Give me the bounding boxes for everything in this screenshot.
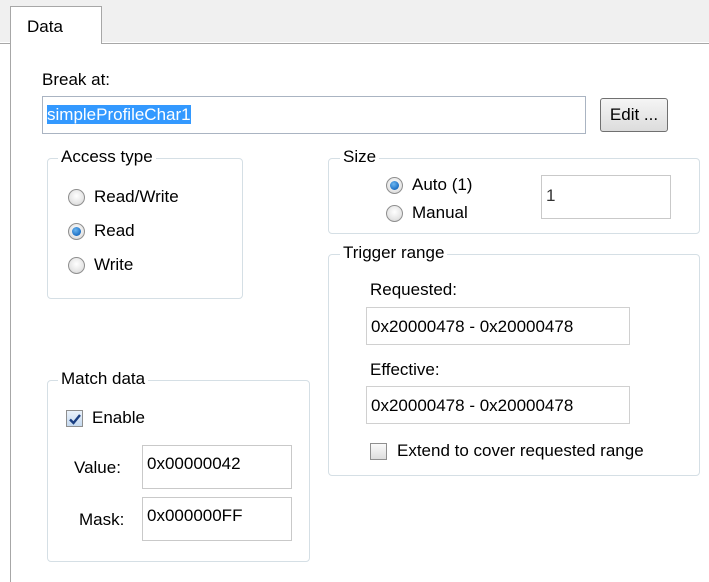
access-write-radio[interactable] bbox=[68, 257, 85, 274]
match-value-input[interactable]: 0x00000042 bbox=[142, 445, 292, 489]
enable-label: Enable bbox=[92, 408, 145, 427]
access-readwrite-label: Read/Write bbox=[94, 187, 179, 206]
enable-checkbox[interactable] bbox=[66, 410, 83, 427]
requested-label: Requested: bbox=[370, 280, 457, 299]
size-value-input[interactable]: 1 bbox=[541, 175, 671, 219]
value-label: Value: bbox=[74, 458, 121, 477]
break-at-input[interactable]: simpleProfileChar1 bbox=[42, 96, 586, 134]
tab-strip bbox=[0, 0, 709, 42]
extend-range-checkbox[interactable] bbox=[370, 443, 387, 460]
access-write-label: Write bbox=[94, 255, 134, 274]
tab-data[interactable]: Data bbox=[10, 6, 102, 44]
size-auto-radio[interactable] bbox=[386, 177, 403, 194]
size-manual-radio[interactable] bbox=[386, 205, 403, 222]
extend-range-label: Extend to cover requested range bbox=[397, 441, 644, 460]
match-data-legend: Match data bbox=[58, 369, 149, 389]
tab-data-label: Data bbox=[27, 17, 63, 36]
break-at-value: simpleProfileChar1 bbox=[47, 105, 191, 124]
break-at-label: Break at: bbox=[42, 70, 111, 89]
effective-label: Effective: bbox=[370, 360, 440, 379]
requested-value-field: 0x20000478 - 0x20000478 bbox=[366, 307, 630, 345]
access-read-label: Read bbox=[94, 221, 135, 240]
match-mask-input[interactable]: 0x000000FF bbox=[142, 497, 292, 541]
panel-left-border bbox=[10, 43, 11, 582]
access-readwrite-radio[interactable] bbox=[68, 189, 85, 206]
edit-button[interactable]: Edit ... bbox=[600, 98, 668, 132]
access-type-legend: Access type bbox=[58, 147, 156, 167]
size-manual-label: Manual bbox=[412, 203, 468, 222]
size-auto-label: Auto (1) bbox=[412, 175, 473, 194]
mask-label: Mask: bbox=[79, 510, 125, 529]
checkmark-icon bbox=[69, 414, 81, 425]
effective-value-field: 0x20000478 - 0x20000478 bbox=[366, 386, 630, 424]
access-read-radio[interactable] bbox=[68, 223, 85, 240]
size-legend: Size bbox=[340, 147, 380, 167]
tab-strip-divider bbox=[0, 43, 709, 44]
trigger-range-legend: Trigger range bbox=[340, 243, 448, 263]
